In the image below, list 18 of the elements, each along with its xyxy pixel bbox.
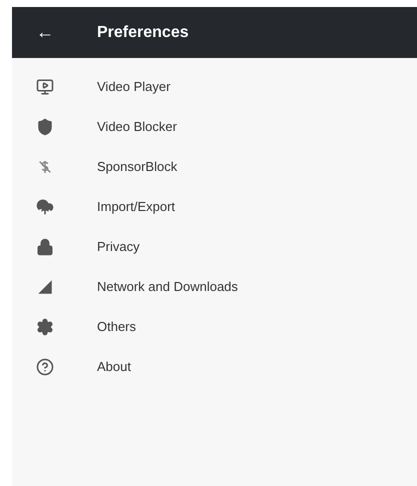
cloud-upload-icon	[36, 198, 54, 216]
shield-icon	[36, 118, 54, 136]
video-player-icon	[36, 78, 54, 96]
preference-item[interactable]: SponsorBlock	[12, 147, 417, 187]
lock-icon	[36, 238, 54, 256]
page-title: Preferences	[97, 22, 189, 42]
help-icon	[36, 358, 54, 376]
signal-icon	[36, 278, 54, 296]
preference-item[interactable]: Others	[12, 307, 417, 347]
preference-item[interactable]: Privacy	[12, 227, 417, 267]
settings-icon	[36, 318, 54, 336]
back-button[interactable]: ←	[23, 19, 67, 46]
preference-item[interactable]: Network and Downloads	[12, 267, 417, 307]
preference-item[interactable]: Video Blocker	[12, 107, 417, 147]
crossed-dollar-icon	[37, 158, 53, 176]
preference-item[interactable]: Import/Export	[12, 187, 417, 227]
preference-item[interactable]: Video Player	[12, 67, 417, 107]
preference-item[interactable]: About	[12, 347, 417, 387]
